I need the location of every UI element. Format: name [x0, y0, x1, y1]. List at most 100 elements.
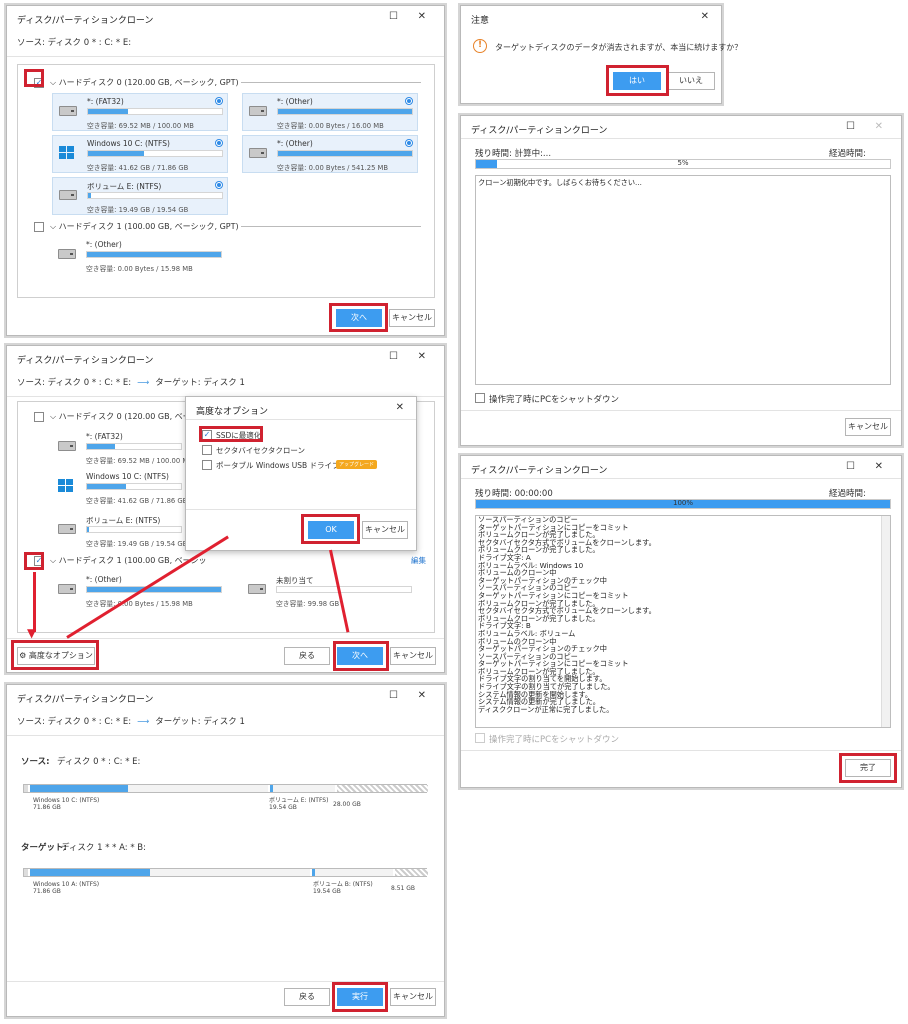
partition-card[interactable]: *: (Other) 空き容量: 0.00 Bytes / 16.00 MB [242, 93, 418, 131]
shutdown-label: 操作完了時にPCをシャットダウン [489, 735, 620, 745]
scrollbar[interactable] [881, 516, 890, 727]
radio-icon[interactable] [215, 181, 223, 189]
remaining-time: 残り時間: 計算中:... [475, 149, 552, 159]
run-button[interactable]: 実行 [337, 988, 383, 1006]
partition-card[interactable]: ボリューム E: (NTFS) 空き容量: 19.49 GB / 19.54 GB [52, 512, 188, 550]
source-label: ソース: ディスク 0 * : C: * E: [17, 38, 132, 48]
radio-icon[interactable] [405, 139, 413, 147]
partition-size: 空き容量: 69.52 MB / 100.00 MB [87, 122, 194, 130]
partition-size: 空き容量: 41.62 GB / 71.86 GB [86, 497, 188, 505]
window-title: ディスク/パーティションクローン [17, 695, 154, 705]
log-line: ボリュームクローンが完了しました。 [478, 545, 600, 555]
next-button[interactable]: 次へ [336, 309, 382, 327]
usage-bar [86, 586, 222, 593]
partition-label: ボリューム E: (NTFS) 19.54 GB [269, 797, 329, 811]
close-icon[interactable]: ✕ [701, 11, 709, 22]
close-icon[interactable]: ✕ [418, 11, 426, 22]
source-target-label: ソース: ディスク 0 * : C: * E: ⟶ ターゲット: ディスク 1 [17, 717, 245, 727]
yes-button[interactable]: はい [613, 72, 661, 90]
disk0-checkbox[interactable] [34, 412, 44, 422]
drive-icon [58, 249, 76, 259]
partition-size: 空き容量: 0.00 Bytes / 541.25 MB [277, 164, 389, 172]
drive-icon [249, 148, 267, 158]
cancel-button[interactable]: キャンセル [390, 988, 436, 1006]
partition-name: *: (Other) [86, 240, 122, 249]
maximize-icon[interactable]: ☐ [846, 461, 855, 472]
partition-card[interactable]: *: (FAT32) 空き容量: 69.52 MB / 100.00 MB [52, 429, 193, 467]
partition-name: *: (FAT32) [86, 432, 123, 441]
ok-button[interactable]: OK [308, 521, 354, 539]
target-disk: ディスク 1 * * A: * B: [61, 843, 146, 853]
disk0-checkbox[interactable]: ✓ [34, 78, 44, 88]
edit-link[interactable]: 編集 [411, 555, 426, 566]
radio-icon[interactable] [215, 97, 223, 105]
disk1-checkbox[interactable]: ✓ [34, 556, 44, 566]
unallocated-card[interactable]: 未割り当て 空き容量: 99.98 GB [242, 572, 418, 610]
partition-size: 空き容量: 99.98 GB [276, 600, 340, 608]
partition-card[interactable]: *: (Other) 空き容量: 0.00 Bytes / 541.25 MB [242, 135, 418, 173]
partition-name: *: (FAT32) [87, 97, 124, 106]
partition-name: ボリューム E: (NTFS) [87, 182, 162, 191]
no-button[interactable]: いいえ [667, 72, 715, 90]
close-icon[interactable]: ✕ [418, 351, 426, 362]
sector-checkbox[interactable] [202, 445, 212, 455]
windows-icon [59, 146, 75, 160]
advanced-options-button[interactable]: ⚙ 高度なオプション [17, 647, 95, 665]
ssd-label: SSDに最適化 [216, 431, 262, 440]
progress-bar: 100% [475, 499, 891, 509]
cancel-button[interactable]: キャンセル [845, 418, 891, 436]
cancel-button[interactable]: キャンセル [362, 521, 408, 539]
disk0-header[interactable]: ⌵ ハードディスク 0 (120.00 GB, ベーシッ [50, 411, 207, 422]
partition-label: 8.51 GB [391, 885, 416, 892]
disk1-header[interactable]: ⌵ ハードディスク 1 (100.00 GB, ベーシック, GPT) [50, 221, 422, 232]
dialog-title: 高度なオプション [196, 407, 269, 417]
close-icon[interactable]: ✕ [418, 690, 426, 701]
clone-progress-window: ディスク/パーティションクローン ☐ ✕ 残り時間: 計算中:... 経過時間:… [460, 115, 902, 446]
partition-label: Windows 10 A: (NTFS) 71.86 GB [33, 881, 100, 895]
cancel-button[interactable]: キャンセル [389, 309, 435, 327]
usage-bar [276, 586, 412, 593]
radio-icon[interactable] [405, 97, 413, 105]
partition-name: ボリューム E: (NTFS) [86, 516, 161, 525]
cancel-button[interactable]: キャンセル [390, 647, 436, 665]
shutdown-checkbox[interactable] [475, 393, 485, 403]
radio-icon[interactable] [215, 139, 223, 147]
next-button[interactable]: 次へ [337, 647, 383, 665]
partition-name: *: (Other) [277, 139, 313, 148]
disk1-checkbox[interactable] [34, 222, 44, 232]
log-line: クローン初期化中です。しばらくお待ちください... [478, 178, 642, 187]
done-button[interactable]: 完了 [845, 759, 891, 777]
window-title: ディスク/パーティションクローン [471, 466, 608, 476]
drive-icon [59, 106, 77, 116]
drive-icon [58, 584, 76, 594]
close-icon[interactable]: ✕ [396, 402, 404, 413]
partition-card[interactable]: *: (FAT32) 空き容量: 69.52 MB / 100.00 MB [52, 93, 228, 131]
remaining-time: 残り時間: 00:00:00 [475, 489, 553, 499]
upgrade-badge: アップグレード [336, 460, 378, 469]
maximize-icon[interactable]: ☐ [389, 11, 398, 22]
partition-card[interactable]: Windows 10 C: (NTFS) 空き容量: 41.62 GB / 71.… [52, 469, 188, 507]
source-heading: ソース: [21, 757, 50, 767]
back-button[interactable]: 戻る [284, 988, 330, 1006]
partition-size: 空き容量: 0.00 Bytes / 15.98 MB [86, 265, 193, 273]
partition-card[interactable]: *: (Other) 空き容量: 0.00 Bytes / 15.98 MB [52, 237, 228, 275]
progress-bar: 5% [475, 159, 891, 169]
back-button[interactable]: 戻る [284, 647, 330, 665]
partition-size: 空き容量: 69.52 MB / 100.00 MB [86, 457, 193, 465]
maximize-icon[interactable]: ☐ [389, 690, 398, 701]
partition-card[interactable]: Windows 10 C: (NTFS) 空き容量: 41.62 GB / 71.… [52, 135, 228, 173]
confirm-message: ターゲットディスクのデータが消去されますが、本当に続けますか？ [495, 43, 743, 52]
clone-window-select-source: ディスク/パーティションクローン ☐ ✕ ソース: ディスク 0 * : C: … [6, 5, 445, 336]
usage-bar [87, 108, 223, 115]
ssd-checkbox[interactable]: ✓ [202, 430, 212, 440]
maximize-icon[interactable]: ☐ [846, 121, 855, 132]
close-icon[interactable]: ✕ [875, 461, 883, 472]
portable-checkbox[interactable] [202, 460, 212, 470]
disk0-header[interactable]: ⌵ ハードディスク 0 (120.00 GB, ベーシック, GPT) [50, 77, 422, 88]
partition-card[interactable]: ボリューム E: (NTFS) 空き容量: 19.49 GB / 19.54 GB [52, 177, 228, 215]
confirm-dialog: 注意 ✕ ! ターゲットディスクのデータが消去されますが、本当に続けますか？ は… [460, 5, 742, 104]
arrow-right-icon: ⟶ [137, 378, 150, 388]
arrow-down-icon: ▼ [27, 626, 37, 640]
maximize-icon[interactable]: ☐ [389, 351, 398, 362]
drive-icon [249, 106, 267, 116]
